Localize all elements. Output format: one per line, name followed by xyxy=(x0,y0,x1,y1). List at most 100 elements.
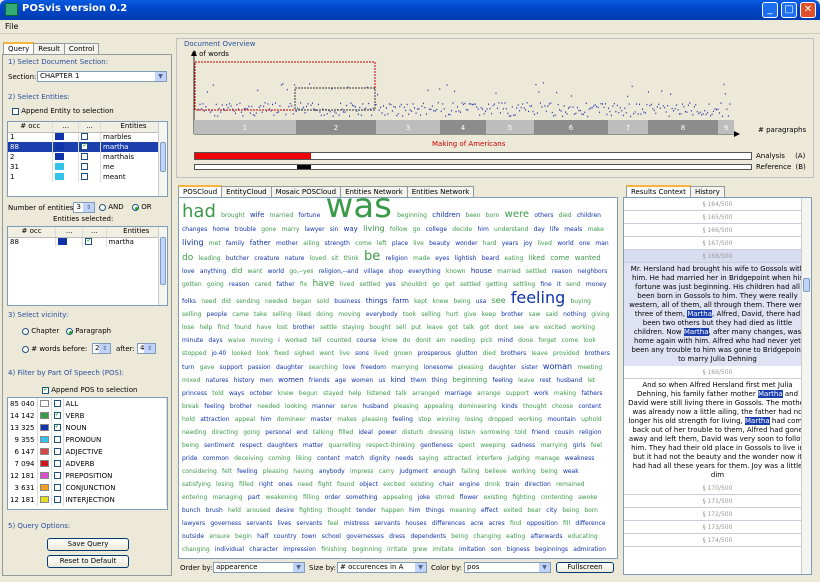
cloud-word[interactable]: course xyxy=(356,337,376,344)
cloud-word[interactable]: world xyxy=(268,268,285,275)
cloud-word[interactable]: understand xyxy=(494,226,528,233)
cloud-word[interactable]: weakening xyxy=(265,494,297,501)
cloud-word[interactable]: choose xyxy=(552,403,573,410)
cloud-word[interactable]: selling xyxy=(182,311,201,318)
tab-history[interactable]: History xyxy=(689,186,725,197)
cloud-word[interactable]: been xyxy=(466,212,481,219)
cloud-word[interactable]: fortune xyxy=(298,212,320,219)
cloud-word[interactable]: town xyxy=(302,533,317,540)
or-radio-row[interactable]: OR xyxy=(132,203,152,211)
cloud-word[interactable]: lonesome xyxy=(424,364,453,371)
cloud-word[interactable]: changes xyxy=(182,226,207,233)
cloud-word[interactable]: half xyxy=(257,533,268,540)
cloud-word[interactable]: object xyxy=(359,481,378,488)
cloud-word[interactable]: lived xyxy=(374,350,388,357)
cloud-word[interactable]: sadness xyxy=(511,442,535,449)
cloud-word[interactable]: love xyxy=(182,268,195,275)
selected-entity-row[interactable]: 88martha xyxy=(8,237,167,247)
cloud-word[interactable]: way xyxy=(344,225,358,233)
cloud-word[interactable]: woman xyxy=(543,362,572,371)
words-before-radio[interactable] xyxy=(22,345,29,353)
entity-checkbox[interactable] xyxy=(81,163,89,170)
cloud-word[interactable]: arrange xyxy=(477,390,500,397)
cloud-word[interactable]: known xyxy=(446,268,466,275)
cloud-word[interactable]: pleasing xyxy=(393,403,418,410)
cloud-word[interactable]: history xyxy=(234,377,255,384)
cloud-word[interactable]: help xyxy=(199,324,212,331)
pos-checkbox[interactable] xyxy=(53,448,61,455)
pos-checkbox[interactable] xyxy=(53,472,61,479)
cloud-word[interactable]: do xyxy=(182,253,193,263)
cloud-word[interactable]: mountain xyxy=(547,416,576,423)
cloud-word[interactable]: dressing xyxy=(428,429,453,436)
cloud-word[interactable]: husband xyxy=(362,403,388,410)
cloud-word[interactable]: money xyxy=(586,281,607,288)
cloud-word[interactable]: beginnings xyxy=(535,546,568,553)
cloud-word[interactable]: individual xyxy=(215,546,244,553)
after-spinner[interactable]: 4 ⇕ xyxy=(137,343,156,354)
entity-checkbox[interactable] xyxy=(81,133,89,141)
cloud-word[interactable]: effect xyxy=(481,507,498,514)
cloud-word[interactable]: existing xyxy=(484,494,508,501)
cloud-word[interactable]: felt xyxy=(222,468,232,475)
col-check[interactable]: ... xyxy=(78,122,101,133)
pos-row[interactable]: 6 147 ADJECTIVE xyxy=(8,446,167,458)
reset-default-button[interactable]: Reset to Default xyxy=(47,555,129,568)
cloud-word[interactable]: drink xyxy=(485,481,500,488)
cloud-word[interactable]: made xyxy=(413,255,430,262)
cloud-word[interactable]: gone xyxy=(261,226,276,233)
cloud-word[interactable]: see xyxy=(491,296,505,305)
cloud-word[interactable]: fighting xyxy=(299,507,322,514)
pos-row[interactable]: 14 142 VERB xyxy=(8,410,167,422)
cloud-word[interactable]: am xyxy=(436,337,446,344)
cloud-word[interactable]: stop xyxy=(418,416,431,423)
cloud-word[interactable]: direction xyxy=(525,481,551,488)
cloud-word[interactable]: entering xyxy=(182,494,207,501)
cloud-word[interactable]: filled xyxy=(339,429,354,436)
cloud-word[interactable]: forget xyxy=(538,337,556,344)
order-by-select[interactable]: appearence ▼ xyxy=(213,562,305,573)
cloud-word[interactable]: love xyxy=(343,364,356,371)
cloud-word[interactable]: coming xyxy=(268,455,290,462)
cloud-word[interactable]: attraction xyxy=(200,416,229,423)
cloud-word[interactable]: shouldnt xyxy=(401,281,427,288)
cloud-word[interactable]: personal xyxy=(265,429,291,436)
cloud-word[interactable]: ways xyxy=(229,390,244,397)
cloud-word[interactable]: gave xyxy=(200,364,215,371)
analysis-slider[interactable] xyxy=(194,152,752,160)
cloud-word[interactable]: changing xyxy=(182,546,210,553)
cloud-word[interactable]: lost xyxy=(277,324,288,331)
cloud-word[interactable]: told xyxy=(212,390,224,397)
cloud-word[interactable]: tender xyxy=(356,507,376,514)
cloud-word[interactable]: lived xyxy=(340,281,354,288)
cloud-word[interactable]: father xyxy=(250,239,271,247)
cloud-word[interactable]: carry xyxy=(379,468,394,475)
cloud-word[interactable]: right xyxy=(259,481,273,488)
cloud-word[interactable]: are xyxy=(529,324,539,331)
cloud-word[interactable]: waive xyxy=(228,337,246,344)
cloud-word[interactable]: hard xyxy=(483,240,497,247)
cloud-word[interactable]: dress xyxy=(389,533,405,540)
tab-entities-network[interactable]: Entities Network xyxy=(340,186,408,197)
cloud-word[interactable]: moving xyxy=(251,337,273,344)
cloud-word[interactable]: place xyxy=(392,240,408,247)
cloud-word[interactable]: houses xyxy=(405,520,426,527)
cloud-word[interactable]: deceiving xyxy=(234,455,263,462)
cloud-word[interactable]: live xyxy=(413,240,424,247)
cloud-word[interactable]: religion xyxy=(579,429,601,436)
cloud-word[interactable]: working xyxy=(518,416,542,423)
pos-row[interactable]: 9 355 PRONOUN xyxy=(8,434,167,446)
cloud-word[interactable]: feeling xyxy=(393,416,413,423)
cloud-word[interactable]: wife xyxy=(250,211,264,219)
cloud-word[interactable]: selling xyxy=(421,311,440,318)
cloud-word[interactable]: daughter xyxy=(276,364,303,371)
cloud-word[interactable]: needing xyxy=(182,429,206,436)
cloud-word[interactable]: being xyxy=(454,298,471,305)
cloud-word[interactable]: house xyxy=(471,267,492,275)
cloud-word[interactable]: knew xyxy=(433,298,449,305)
cloud-word[interactable]: father xyxy=(277,281,295,288)
section-select[interactable]: CHAPTER 1 ▼ xyxy=(37,71,167,82)
cloud-word[interactable]: fine xyxy=(540,281,551,288)
cloud-word[interactable]: yes xyxy=(385,281,395,288)
cloud-word[interactable]: donit xyxy=(416,337,431,344)
